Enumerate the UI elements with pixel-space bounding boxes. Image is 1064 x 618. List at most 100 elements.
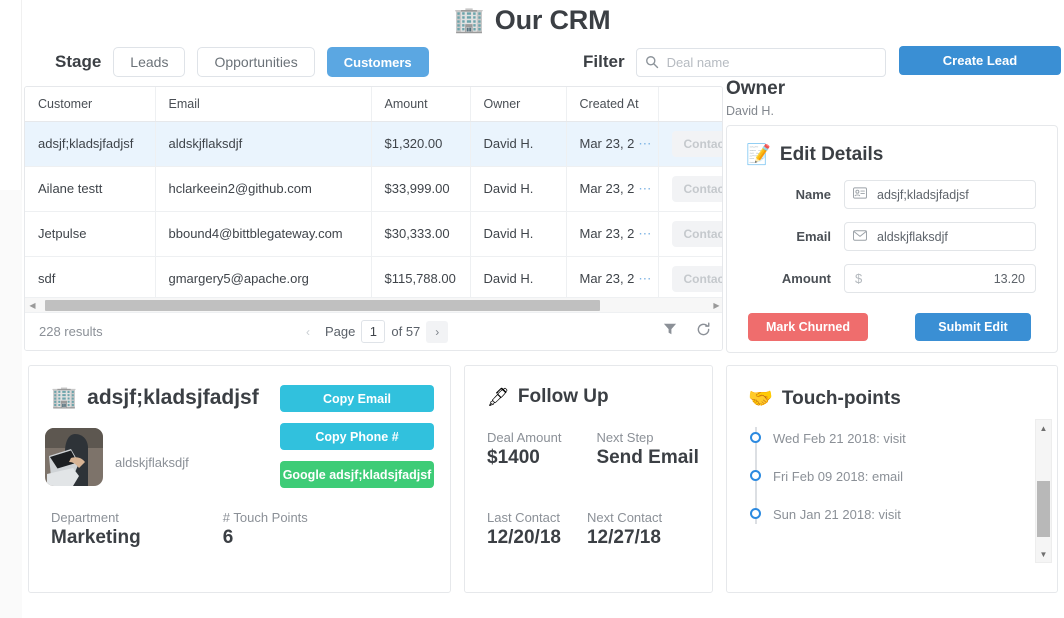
follow-up-stats-bottom: Last Contact 12/20/18 Next Contact 12/27…	[487, 510, 662, 549]
touch-points-header: 🤝 Touch-points	[748, 386, 1057, 411]
touch-point-text: Sun Jan 21 2018: visit	[773, 506, 901, 522]
cell-owner: David H.	[470, 211, 567, 257]
copy-phone-button[interactable]: Copy Phone #	[280, 423, 434, 450]
column-header-amount[interactable]: Amount	[371, 87, 471, 122]
hscroll-thumb[interactable]	[45, 299, 600, 311]
scroll-left-arrow-icon[interactable]: ◀	[25, 298, 40, 313]
results-count: 228 results	[39, 324, 103, 339]
email-field-label: Email	[796, 229, 831, 244]
truncation-ellipsis-icon: ⋯	[638, 225, 652, 241]
cell-created-at: Mar 23, 2 ⋯	[566, 256, 659, 302]
vscroll-track[interactable]	[1035, 436, 1052, 546]
stat-next-contact: Next Contact 12/27/18	[587, 510, 662, 549]
deals-table-card: Customer Email Amount Owner Created At a…	[24, 86, 723, 351]
touch-points-value: 6	[222, 527, 234, 548]
stat-last-contact: Last Contact 12/20/18	[487, 510, 561, 549]
cell-action: Contact	[658, 121, 722, 167]
table-row[interactable]: Jetpulse bbound4@bittblegateway.com $30,…	[25, 211, 722, 257]
scroll-up-arrow-icon[interactable]: ▲	[1035, 420, 1052, 436]
search-input[interactable]	[635, 47, 886, 77]
filter-label: Filter	[583, 52, 625, 71]
pagination: ‹ Page of 57 ›	[297, 320, 449, 343]
customer-stats: Department Marketing # Touch Points 6	[51, 510, 308, 549]
department-value: Marketing	[51, 527, 141, 548]
stage-button-opportunities[interactable]: Opportunities	[197, 47, 315, 77]
filter-funnel-icon[interactable]	[663, 322, 677, 341]
timeline-dot-icon	[750, 508, 761, 519]
id-card-icon	[853, 186, 867, 203]
app-title: Our CRM	[494, 4, 611, 35]
department-label: Department	[51, 510, 119, 525]
stage-button-leads[interactable]: Leads	[113, 47, 186, 77]
google-search-button[interactable]: Google adsjf;kladsjfadjsf	[280, 461, 434, 488]
row-contact-button[interactable]: Contact	[671, 175, 722, 202]
table-row[interactable]: Ailane testt hclarkeein2@github.com $33,…	[25, 166, 722, 212]
column-header-owner[interactable]: Owner	[470, 87, 567, 122]
customer-subtitle: aldskjflaksdjf	[115, 455, 189, 470]
hscroll-track[interactable]	[40, 298, 709, 313]
row-contact-button[interactable]: Contact	[671, 220, 722, 247]
edit-details-title: Edit Details	[779, 143, 884, 165]
touch-points-card: 🤝 Touch-points Wed Feb 21 2018: visit Fr…	[726, 365, 1058, 593]
row-contact-button[interactable]: Contact	[671, 130, 722, 157]
list-item[interactable]: Sun Jan 21 2018: visit	[748, 495, 1018, 533]
deal-amount-value: $1400	[487, 447, 540, 468]
refresh-icon[interactable]	[696, 322, 711, 342]
create-lead-button[interactable]: Create Lead	[899, 46, 1061, 75]
cell-email: aldskjflaksdjf	[155, 121, 372, 167]
name-input[interactable]	[844, 180, 1036, 209]
table-body: adsjf;kladsjfadjsf aldskjflaksdjf $1,320…	[25, 121, 722, 302]
page-word-label: Page	[325, 324, 356, 339]
cell-action: Contact	[658, 256, 722, 302]
cell-owner: David H.	[470, 166, 567, 212]
crm-app: 🏢 Our CRM Stage Leads Opportunities Cust…	[0, 0, 1064, 618]
search-wrapper	[635, 47, 886, 77]
list-item[interactable]: Fri Feb 09 2018: email	[748, 457, 1018, 495]
touch-points-label: # Touch Points	[222, 510, 308, 525]
cell-created-at: Mar 23, 2 ⋯	[566, 121, 659, 167]
follow-up-title: Follow Up	[517, 386, 609, 407]
page-number-input[interactable]	[361, 320, 386, 343]
cell-email: gmargery5@apache.org	[155, 256, 372, 302]
stage-button-customers[interactable]: Customers	[326, 47, 429, 77]
cell-amount: $115,788.00	[371, 256, 471, 302]
created-at-text: Mar 23, 2	[579, 270, 635, 286]
amount-field-label: Amount	[781, 271, 831, 286]
scroll-right-arrow-icon[interactable]: ▶	[709, 298, 722, 313]
truncation-ellipsis-icon: ⋯	[638, 270, 652, 286]
copy-email-button[interactable]: Copy Email	[280, 385, 434, 412]
email-field-wrapper	[844, 222, 1036, 251]
cell-amount: $33,999.00	[371, 166, 471, 212]
next-contact-value: 12/27/18	[586, 527, 661, 548]
office-building-icon: 🏢	[51, 386, 78, 409]
next-page-button[interactable]: ›	[426, 320, 449, 343]
last-contact-value: 12/20/18	[487, 527, 561, 548]
next-step-label: Next Step	[596, 430, 654, 445]
table-row[interactable]: sdf gmargery5@apache.org $115,788.00 Dav…	[25, 256, 722, 302]
customer-action-buttons: Copy Email Copy Phone # Google adsjf;kla…	[280, 385, 434, 488]
scroll-down-arrow-icon[interactable]: ▼	[1035, 546, 1052, 562]
column-header-email[interactable]: Email	[155, 87, 372, 122]
page-total-label: of 57	[391, 324, 421, 339]
table-horizontal-scrollbar[interactable]: ◀ ▶	[25, 297, 722, 313]
list-item[interactable]: Wed Feb 21 2018: visit	[748, 419, 1018, 457]
column-header-customer[interactable]: Customer	[25, 87, 156, 122]
touch-points-scrollbar[interactable]: ▲ ▼	[1035, 419, 1052, 563]
vscroll-thumb[interactable]	[1037, 481, 1050, 537]
column-header-created-at[interactable]: Created At	[566, 87, 659, 122]
timeline-dot-icon	[750, 470, 761, 481]
row-contact-button[interactable]: Contact	[671, 265, 722, 292]
next-step-value: Send Email	[596, 447, 699, 468]
timeline-dot-icon	[750, 432, 761, 443]
submit-edit-button[interactable]: Submit Edit	[915, 313, 1031, 341]
created-at-text: Mar 23, 2	[579, 225, 635, 241]
field-row-email: Email	[727, 222, 1057, 251]
table-row[interactable]: adsjf;kladsjfadjsf aldskjflaksdjf $1,320…	[25, 121, 722, 167]
email-input[interactable]	[844, 222, 1036, 251]
field-row-name: Name	[727, 180, 1057, 209]
mark-churned-button[interactable]: Mark Churned	[748, 313, 868, 341]
edit-details-card: 📝 Edit Details Name Email	[726, 125, 1058, 353]
amount-input[interactable]	[844, 264, 1036, 293]
prev-page-button[interactable]: ‹	[297, 321, 319, 343]
handshake-icon: 🤝	[748, 388, 773, 410]
